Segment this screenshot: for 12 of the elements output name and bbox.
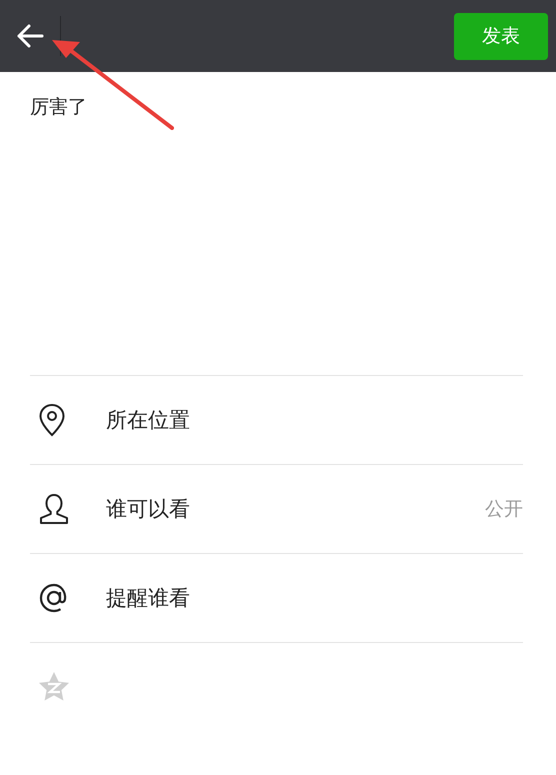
person-icon [38,493,70,525]
option-label: 所在位置 [106,407,191,434]
star-icon[interactable] [38,671,70,703]
option-row[interactable]: 所在位置 [30,376,523,465]
option-label: 提醒谁看 [106,585,191,612]
option-row[interactable]: 提醒谁看 [30,554,523,643]
option-value: 公开 [485,497,523,522]
option-row[interactable]: 谁可以看 公开 [30,465,523,554]
post-text[interactable]: 厉害了 [0,72,556,375]
option-label: 谁可以看 [106,496,191,523]
back-arrow-icon [16,24,44,48]
location-pin-icon [38,403,66,437]
